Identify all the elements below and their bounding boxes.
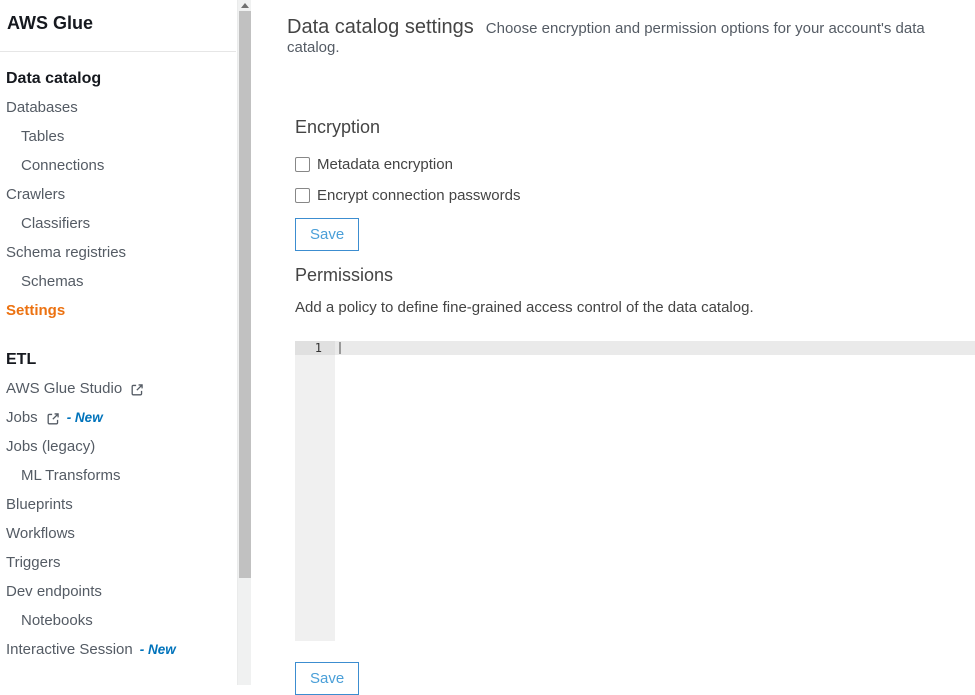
sidebar-item-label: Schemas [21,267,84,296]
external-link-icon [46,412,60,426]
sidebar-item-label: Jobs [6,403,38,432]
sidebar-nav: Data catalog DatabasesTablesConnectionsC… [0,64,236,664]
sidebar-item-label: Interactive Session [6,635,133,664]
section-header-data-catalog: Data catalog [0,64,236,93]
sidebar: AWS Glue Data catalog DatabasesTablesCon… [0,0,251,685]
scrollbar-thumb[interactable] [239,11,251,578]
sidebar-item-crawlers[interactable]: Crawlers [0,180,236,209]
sidebar-item-interactive-session[interactable]: Interactive Session- New [0,635,236,664]
section-items-data-catalog: DatabasesTablesConnectionsCrawlersClassi… [0,93,236,325]
encryption-save-button[interactable]: Save [295,218,359,251]
sidebar-item-label: Triggers [6,548,60,577]
sidebar-item-label: Notebooks [21,606,93,635]
sidebar-item-jobs[interactable]: Jobs - New [0,403,236,432]
sidebar-item-label: Schema registries [6,238,126,267]
sidebar-item-label: Crawlers [6,180,65,209]
editor-gutter: 1 [295,341,335,641]
sidebar-item-databases[interactable]: Databases [0,93,236,122]
sidebar-item-jobs-legacy[interactable]: Jobs (legacy) [0,432,236,461]
external-link-icon [130,383,144,397]
sidebar-item-label: Connections [21,151,104,180]
sidebar-item-label: Tables [21,122,64,151]
sidebar-item-label: Blueprints [6,490,73,519]
sidebar-item-label: Settings [6,296,65,325]
encryption-heading: Encryption [295,117,975,138]
encrypt-passwords-label[interactable]: Encrypt connection passwords [317,187,520,204]
sidebar-item-label: Dev endpoints [6,577,102,606]
sidebar-item-schema-registries[interactable]: Schema registries [0,238,236,267]
permissions-save-button[interactable]: Save [295,662,359,695]
sidebar-item-schemas[interactable]: Schemas [0,267,236,296]
sidebar-item-tables[interactable]: Tables [0,122,236,151]
sidebar-divider [0,51,236,52]
sidebar-item-workflows[interactable]: Workflows [0,519,236,548]
page-title: Data catalog settings [287,16,474,38]
encrypt-passwords-row: Encrypt connection passwords [295,186,975,205]
sidebar-item-triggers[interactable]: Triggers [0,548,236,577]
editor-content [335,341,975,641]
metadata-encryption-label[interactable]: Metadata encryption [317,156,453,173]
scrollbar-up-button[interactable] [238,0,252,11]
sidebar-item-label: Databases [6,93,78,122]
encrypt-passwords-checkbox[interactable] [295,188,310,203]
sidebar-item-ml-transforms[interactable]: ML Transforms [0,461,236,490]
editor-text-cursor [339,342,341,354]
sidebar-scrollbar[interactable] [237,0,251,685]
permissions-heading: Permissions [295,265,975,286]
sidebar-item-notebooks[interactable]: Notebooks [0,606,236,635]
permissions-description: Add a policy to define fine-grained acce… [295,300,975,315]
sidebar-item-label: AWS Glue Studio [6,374,122,403]
sidebar-item-blueprints[interactable]: Blueprints [0,490,236,519]
sidebar-item-label: Workflows [6,519,75,548]
section-items-etl: AWS Glue StudioJobs- NewJobs (legacy)ML … [0,374,236,664]
editor-line-number: 1 [295,341,335,355]
sidebar-item-dev-endpoints[interactable]: Dev endpoints [0,577,236,606]
page-header: Data catalog settingsChoose encryption a… [287,16,975,57]
section-header-etl: ETL [0,345,236,374]
sidebar-item-label: ML Transforms [21,461,120,490]
sidebar-item-label: Jobs (legacy) [6,432,95,461]
metadata-encryption-checkbox[interactable] [295,157,310,172]
scroll-up-arrow-icon [241,3,249,8]
sidebar-item-label: Classifiers [21,209,90,238]
sidebar-item-classifiers[interactable]: Classifiers [0,209,236,238]
sidebar-item-aws-glue-studio[interactable]: AWS Glue Studio [0,374,236,403]
new-badge: - New [67,403,103,432]
app-title: AWS Glue [0,0,236,35]
main-content: Data catalog settingsChoose encryption a… [251,0,975,685]
sidebar-item-settings[interactable]: Settings [0,296,236,325]
new-badge: - New [140,635,176,664]
metadata-encryption-row: Metadata encryption [295,155,975,174]
policy-editor[interactable]: 1 [295,341,975,641]
sidebar-item-connections[interactable]: Connections [0,151,236,180]
